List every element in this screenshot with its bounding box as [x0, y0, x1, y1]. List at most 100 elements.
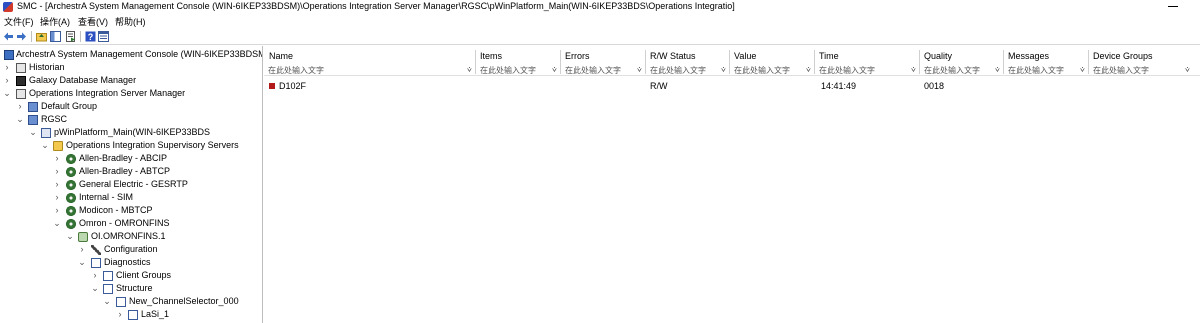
filter-icon[interactable]: ⩒	[467, 65, 472, 75]
menu-help[interactable]: 帮助(H)	[115, 15, 146, 28]
menu-view[interactable]: 查看(V)	[78, 15, 108, 28]
tree-label: RGSC	[41, 114, 68, 124]
properties-icon[interactable]	[98, 31, 109, 42]
smc-app-icon	[3, 2, 13, 12]
client-groups-icon	[103, 271, 113, 281]
tree-label: LaSi_1	[141, 309, 170, 319]
column-divider[interactable]	[1088, 50, 1089, 74]
column-header-rw-status[interactable]: R/W Status	[650, 51, 696, 61]
tree-label: Allen-Bradley - ABCIP	[79, 153, 168, 163]
back-arrow-icon[interactable]	[3, 31, 14, 42]
chevron-right-icon[interactable]: ›	[53, 192, 61, 202]
filter-icon[interactable]: ⩒	[911, 65, 916, 75]
minimize-icon[interactable]	[1168, 6, 1178, 7]
window-title: SMC - [ArchestrA System Management Conso…	[17, 1, 735, 11]
tree-label: pWinPlatform_Main(WIN-6IKEP33BDS	[54, 127, 211, 137]
tree-label: Operations Integration Supervisory Serve…	[66, 140, 239, 150]
filter-icon[interactable]: ⩒	[995, 65, 1000, 75]
filter-icon[interactable]: ⩒	[1185, 65, 1190, 75]
column-header-items[interactable]: Items	[480, 51, 502, 61]
chevron-down-icon[interactable]: ⌄	[91, 283, 99, 294]
column-divider[interactable]	[729, 50, 730, 74]
group-icon	[28, 102, 38, 112]
tree-label: OI.OMRONFINS.1	[91, 231, 166, 241]
tree-label: Operations Integration Server Manager	[29, 88, 186, 98]
chevron-down-icon[interactable]: ⌄	[29, 127, 37, 138]
chevron-right-icon[interactable]: ›	[53, 205, 61, 215]
column-header-messages[interactable]: Messages	[1008, 51, 1049, 61]
chevron-right-icon[interactable]: ›	[53, 166, 61, 176]
structure-icon	[103, 284, 113, 294]
gear-icon	[66, 219, 76, 229]
chevron-right-icon[interactable]: ›	[16, 101, 24, 111]
filter-icon[interactable]: ⩒	[721, 65, 726, 75]
column-header-name[interactable]: Name	[269, 51, 293, 61]
chevron-down-icon[interactable]: ⌄	[3, 88, 11, 99]
menu-file[interactable]: 文件(F)	[4, 15, 34, 28]
chevron-right-icon[interactable]: ›	[116, 309, 124, 319]
tree-label: ArchestrA System Management Console (WIN…	[16, 49, 263, 59]
toolbar-separator	[80, 31, 81, 42]
header-divider	[264, 75, 1200, 76]
channel-selector-icon	[116, 297, 126, 307]
chevron-down-icon[interactable]: ⌄	[53, 218, 61, 229]
chevron-right-icon[interactable]: ›	[91, 270, 99, 280]
chevron-right-icon[interactable]: ›	[53, 153, 61, 163]
chevron-right-icon[interactable]: ›	[3, 75, 11, 85]
column-header-time[interactable]: Time	[819, 51, 839, 61]
filter-icon[interactable]: ⩒	[552, 65, 557, 75]
tree-label: Structure	[116, 283, 153, 293]
show-hide-tree-icon[interactable]	[50, 31, 61, 42]
filter-icon[interactable]: ⩒	[806, 65, 811, 75]
column-divider[interactable]	[1003, 50, 1004, 74]
tree-label: Internal - SIM	[79, 192, 134, 202]
chevron-right-icon[interactable]: ›	[53, 179, 61, 189]
forward-arrow-icon[interactable]	[16, 31, 27, 42]
column-divider[interactable]	[814, 50, 815, 74]
tree-label: New_ChannelSelector_000	[129, 296, 239, 306]
toolbar-separator	[31, 31, 32, 42]
column-divider[interactable]	[645, 50, 646, 74]
tree-label: Configuration	[104, 244, 158, 254]
cell-time: 14:41:49	[821, 81, 857, 91]
gear-icon	[66, 180, 76, 190]
column-header-device-groups[interactable]: Device Groups	[1093, 51, 1153, 61]
chevron-down-icon[interactable]: ⌄	[78, 257, 86, 268]
column-header-errors[interactable]: Errors	[565, 51, 590, 61]
filter-icon[interactable]: ⩒	[637, 65, 642, 75]
historian-icon	[16, 63, 26, 73]
folder-icon	[53, 141, 63, 151]
gear-icon	[66, 167, 76, 177]
cell-quality: 0018	[924, 81, 945, 91]
configuration-icon	[91, 245, 101, 255]
chevron-down-icon[interactable]: ⌄	[16, 114, 24, 125]
column-header-value[interactable]: Value	[734, 51, 756, 61]
console-tree: ArchestrA System Management Console (WIN…	[0, 46, 263, 323]
column-divider[interactable]	[560, 50, 561, 74]
tree-label: Diagnostics	[104, 257, 151, 267]
cell-name: D102F	[279, 81, 307, 91]
chevron-down-icon[interactable]: ⌄	[41, 140, 49, 151]
tree-label: Allen-Bradley - ABTCP	[79, 166, 171, 176]
tree-label: Galaxy Database Manager	[29, 75, 137, 85]
filter-icon[interactable]: ⩒	[1080, 65, 1085, 75]
column-divider[interactable]	[475, 50, 476, 74]
tree-label: Default Group	[41, 101, 98, 111]
diagnostics-icon	[91, 258, 101, 268]
column-divider[interactable]	[919, 50, 920, 74]
server-object-icon	[78, 232, 88, 242]
export-list-icon[interactable]	[65, 31, 76, 42]
help-icon[interactable]: ?	[85, 31, 96, 42]
menu-bar: 文件(F) 操作(A) 查看(V) 帮助(H)	[0, 14, 1200, 28]
chevron-down-icon[interactable]: ⌄	[103, 296, 111, 307]
platform-icon	[41, 128, 51, 138]
chevron-down-icon[interactable]: ⌄	[66, 231, 74, 242]
cell-rw-status: R/W	[650, 81, 668, 91]
tree-label: Omron - OMRONFINS	[79, 218, 170, 228]
chevron-right-icon[interactable]: ›	[78, 244, 86, 254]
chevron-right-icon[interactable]: ›	[3, 62, 11, 72]
menu-action[interactable]: 操作(A)	[40, 15, 70, 28]
column-header-quality[interactable]: Quality	[924, 51, 952, 61]
up-folder-icon[interactable]	[36, 31, 47, 42]
tree-label: Historian	[29, 62, 65, 72]
